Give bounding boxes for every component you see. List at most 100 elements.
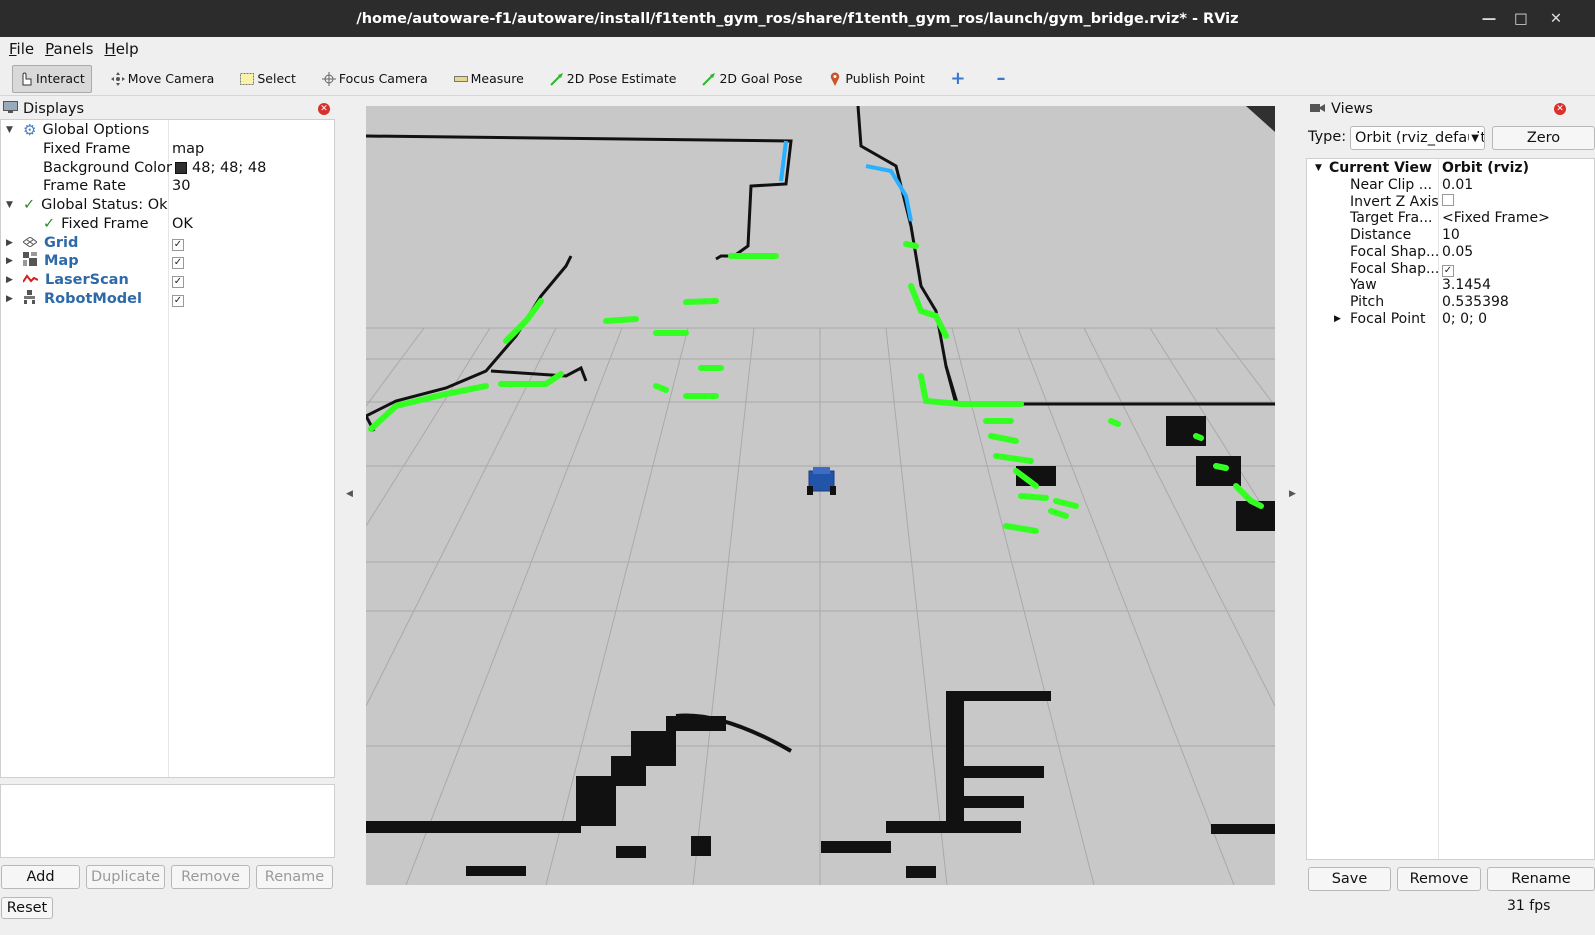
- goal-pose-tool-button[interactable]: 2D Goal Pose: [695, 65, 809, 93]
- tree-row-global-options[interactable]: ▼ ⚙ Global Options: [1, 121, 336, 140]
- map-checkbox[interactable]: ✓: [172, 257, 184, 270]
- close-window-icon[interactable]: ✕: [1541, 0, 1571, 37]
- invert-z-row[interactable]: Invert Z Axis: [1307, 193, 1595, 210]
- status-bar: Reset 31 fps: [0, 895, 1595, 935]
- duplicate-display-button[interactable]: Duplicate: [86, 865, 165, 889]
- focal-shape-checkbox[interactable]: ✓: [1442, 264, 1454, 277]
- near-clip-value[interactable]: 0.01: [1442, 177, 1473, 193]
- tree-row-map[interactable]: ▶ Map ✓: [1, 252, 336, 271]
- goal-pose-label: 2D Goal Pose: [719, 71, 803, 86]
- collapse-left-handle[interactable]: ◀: [346, 489, 353, 499]
- expand-arrow-icon[interactable]: ▼: [6, 125, 13, 135]
- remove-view-button[interactable]: Remove: [1397, 867, 1481, 891]
- view-type-dropdown[interactable]: Orbit (rviz_default_plugins) ▼: [1350, 126, 1485, 150]
- expand-arrow-icon[interactable]: ▶: [6, 294, 13, 304]
- publish-point-tool-button[interactable]: Publish Point: [821, 65, 932, 93]
- tree-row-fixed-frame[interactable]: Fixed Frame map: [1, 140, 336, 159]
- 3d-render-viewport[interactable]: [366, 106, 1275, 885]
- tree-label: LaserScan: [45, 271, 129, 288]
- green-arrow-icon: [702, 72, 716, 86]
- gear-icon: ⚙: [23, 121, 37, 140]
- menu-panels[interactable]: Panels: [45, 40, 93, 58]
- robot-model-icon: [23, 289, 37, 308]
- yaw-row[interactable]: Yaw 3.1454: [1307, 277, 1595, 294]
- plus-icon: +: [950, 68, 966, 89]
- focal-shape-size-row[interactable]: Focal Shap... 0.05: [1307, 244, 1595, 261]
- zero-view-button[interactable]: Zero: [1492, 126, 1595, 150]
- expand-arrow-icon[interactable]: ▶: [6, 238, 13, 248]
- expand-arrow-icon[interactable]: ▶: [1334, 314, 1341, 324]
- menu-help[interactable]: Help: [104, 40, 138, 58]
- target-frame-value[interactable]: <Fixed Frame>: [1442, 210, 1550, 226]
- focal-point-row[interactable]: ▶ Focal Point 0; 0; 0: [1307, 310, 1595, 327]
- remove-display-button[interactable]: Remove: [171, 865, 250, 889]
- remove-tool-button[interactable]: –: [987, 65, 1018, 93]
- near-clip-row[interactable]: Near Clip ... 0.01: [1307, 177, 1595, 194]
- tree-row-robotmodel[interactable]: ▶ RobotModel ✓: [1, 289, 336, 308]
- rename-view-button[interactable]: Rename: [1487, 867, 1595, 891]
- add-display-button[interactable]: Add: [1, 865, 80, 889]
- tree-row-frame-rate[interactable]: Frame Rate 30: [1, 177, 336, 196]
- current-view-row[interactable]: ▼ Current View Orbit (rviz): [1307, 160, 1595, 177]
- move-camera-icon: [110, 71, 125, 86]
- reset-button[interactable]: Reset: [1, 897, 53, 919]
- distance-value[interactable]: 10: [1442, 227, 1460, 243]
- laserscan-checkbox[interactable]: ✓: [172, 275, 184, 288]
- pose-estimate-tool-button[interactable]: 2D Pose Estimate: [543, 65, 684, 93]
- robotmodel-checkbox[interactable]: ✓: [172, 294, 184, 307]
- measure-tool-button[interactable]: Measure: [447, 65, 531, 93]
- move-camera-tool-button[interactable]: Move Camera: [104, 65, 222, 93]
- current-view-value: Orbit (rviz): [1442, 160, 1529, 177]
- frame-rate-value[interactable]: 30: [172, 178, 190, 194]
- expand-arrow-icon[interactable]: ▶: [6, 275, 13, 285]
- select-tool-button[interactable]: Select: [233, 65, 303, 93]
- move-camera-label: Move Camera: [127, 71, 215, 86]
- measure-label: Measure: [470, 71, 524, 86]
- rename-display-button[interactable]: Rename: [256, 865, 333, 889]
- select-label: Select: [257, 71, 296, 86]
- views-title: Views: [1331, 101, 1373, 117]
- menu-bar: File Panels Help: [0, 38, 1595, 60]
- fixed-frame-value[interactable]: map: [172, 141, 204, 157]
- view-type-value: Orbit (rviz_default_plugins): [1355, 130, 1484, 146]
- focal-shape-size-value[interactable]: 0.05: [1442, 244, 1473, 260]
- minimize-icon[interactable]: —: [1474, 0, 1504, 37]
- window-titlebar: /home/autoware-f1/autoware/install/f1ten…: [0, 0, 1595, 37]
- focal-point-value[interactable]: 0; 0; 0: [1442, 311, 1487, 327]
- focus-camera-tool-button[interactable]: Focus Camera: [315, 65, 435, 93]
- tree-label: Background Color: [43, 159, 172, 176]
- invert-z-checkbox[interactable]: [1442, 193, 1454, 206]
- color-swatch[interactable]: [175, 161, 187, 174]
- save-view-button[interactable]: Save: [1308, 867, 1391, 891]
- pitch-row[interactable]: Pitch 0.535398: [1307, 294, 1595, 311]
- pitch-value[interactable]: 0.535398: [1442, 294, 1509, 310]
- grid-checkbox[interactable]: ✓: [172, 238, 184, 251]
- tree-row-global-status[interactable]: ▼ ✓ Global Status: Ok: [1, 196, 336, 215]
- check-icon: ✓: [23, 197, 36, 214]
- yaw-value[interactable]: 3.1454: [1442, 277, 1491, 293]
- robot-model-marker: [807, 467, 836, 495]
- add-tool-button[interactable]: +: [944, 65, 975, 93]
- close-views-icon[interactable]: ✕: [1554, 103, 1566, 115]
- tree-row-status-fixed-frame[interactable]: ✓ Fixed Frame OK: [1, 215, 336, 234]
- fps-indicator: 31 fps: [1507, 898, 1551, 914]
- type-label: Type:: [1308, 129, 1347, 145]
- maximize-icon[interactable]: □: [1506, 0, 1536, 37]
- status-value: OK: [172, 215, 193, 232]
- expand-arrow-icon[interactable]: ▼: [6, 200, 13, 210]
- collapse-right-handle[interactable]: ▶: [1289, 489, 1296, 499]
- tree-row-background-color[interactable]: Background Color 48; 48; 48: [1, 158, 336, 177]
- tree-row-grid[interactable]: ▶ Grid ✓: [1, 233, 336, 252]
- close-displays-icon[interactable]: ✕: [318, 103, 330, 115]
- interact-tool-button[interactable]: Interact: [12, 64, 92, 93]
- tree-row-laserscan[interactable]: ▶ LaserScan ✓: [1, 271, 336, 290]
- minus-icon: –: [996, 68, 1006, 89]
- focal-shape-fixed-row[interactable]: Focal Shap... ✓: [1307, 260, 1595, 277]
- grid-icon: [22, 235, 38, 251]
- target-frame-row[interactable]: Target Fra... <Fixed Frame>: [1307, 210, 1595, 227]
- menu-file[interactable]: File: [9, 40, 34, 58]
- ruler-icon: [453, 72, 468, 86]
- distance-row[interactable]: Distance 10: [1307, 227, 1595, 244]
- expand-arrow-icon[interactable]: ▼: [1315, 163, 1322, 173]
- expand-arrow-icon[interactable]: ▶: [6, 256, 13, 266]
